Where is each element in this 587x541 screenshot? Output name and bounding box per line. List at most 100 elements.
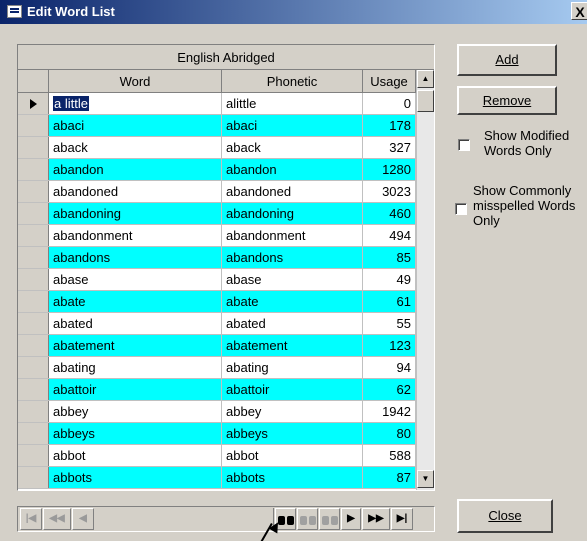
first-record-icon[interactable]: |◀ (20, 508, 42, 530)
usage-cell[interactable]: 85 (363, 247, 416, 268)
scroll-up-arrow-icon[interactable]: ▲ (417, 70, 434, 88)
usage-cell[interactable]: 62 (363, 379, 416, 400)
vertical-scrollbar[interactable]: ▲ ▼ (416, 70, 434, 490)
phonetic-cell[interactable]: abandoning (222, 203, 363, 224)
usage-cell[interactable]: 55 (363, 313, 416, 334)
row-selector[interactable] (18, 379, 49, 400)
usage-cell[interactable]: 3023 (363, 181, 416, 202)
word-cell[interactable]: aback (49, 137, 222, 158)
word-cell[interactable]: abbey (49, 401, 222, 422)
usage-cell[interactable]: 87 (363, 467, 416, 488)
phonetic-cell[interactable]: abandon (222, 159, 363, 180)
table-row[interactable]: abbeys abbeys 80 (18, 423, 416, 445)
word-list-grid[interactable]: English Abridged Word Phonetic Usage ▲ ▼… (17, 44, 435, 491)
table-row[interactable]: abating abating 94 (18, 357, 416, 379)
table-row[interactable]: abandons abandons 85 (18, 247, 416, 269)
scroll-thumb[interactable] (417, 90, 434, 112)
phonetic-cell[interactable]: alittle (222, 93, 363, 114)
show-misspelled-label[interactable]: Show Commonly misspelled Words Only (473, 183, 587, 228)
usage-cell[interactable]: 0 (363, 93, 416, 114)
column-header-word[interactable]: Word (49, 70, 222, 93)
table-row[interactable]: abandoning abandoning 460 (18, 203, 416, 225)
usage-cell[interactable]: 494 (363, 225, 416, 246)
row-selector[interactable] (18, 313, 49, 334)
show-misspelled-checkbox[interactable] (455, 203, 467, 215)
word-cell[interactable]: abaci (49, 115, 222, 136)
table-row[interactable]: a little alittle 0 (18, 93, 416, 115)
phonetic-cell[interactable]: abandons (222, 247, 363, 268)
usage-cell[interactable]: 61 (363, 291, 416, 312)
add-button[interactable]: Add (457, 44, 557, 76)
word-cell[interactable]: abating (49, 357, 222, 378)
show-modified-label[interactable]: Show Modified Words Only (484, 128, 587, 158)
close-window-button[interactable]: X (571, 2, 587, 20)
row-selector[interactable] (18, 357, 49, 378)
row-selector[interactable] (18, 401, 49, 422)
table-row[interactable]: abate abate 61 (18, 291, 416, 313)
row-selector[interactable] (18, 269, 49, 290)
usage-cell[interactable]: 49 (363, 269, 416, 290)
phonetic-cell[interactable]: abase (222, 269, 363, 290)
row-selector[interactable] (18, 445, 49, 466)
phonetic-cell[interactable]: abaci (222, 115, 363, 136)
word-cell[interactable]: abate (49, 291, 222, 312)
phonetic-cell[interactable]: abattoir (222, 379, 363, 400)
row-selector[interactable] (18, 247, 49, 268)
usage-cell[interactable]: 80 (363, 423, 416, 444)
phonetic-cell[interactable]: abatement (222, 335, 363, 356)
usage-cell[interactable]: 1280 (363, 159, 416, 180)
word-cell[interactable]: abandons (49, 247, 222, 268)
word-cell[interactable]: a little (49, 93, 222, 114)
last-record-icon[interactable]: ▶| (391, 508, 413, 530)
row-selector[interactable] (18, 423, 49, 444)
table-row[interactable]: abated abated 55 (18, 313, 416, 335)
usage-cell[interactable]: 327 (363, 137, 416, 158)
table-row[interactable]: abase abase 49 (18, 269, 416, 291)
next-record-icon[interactable]: ▶ (341, 508, 361, 530)
phonetic-cell[interactable]: abbeys (222, 423, 363, 444)
word-cell[interactable]: abandon (49, 159, 222, 180)
table-row[interactable]: abbots abbots 87 (18, 467, 416, 489)
phonetic-cell[interactable]: aback (222, 137, 363, 158)
find-previous-icon[interactable] (297, 508, 318, 530)
word-cell[interactable]: abattoir (49, 379, 222, 400)
previous-record-icon[interactable]: ◀ (72, 508, 94, 530)
table-row[interactable]: abandonment abandonment 494 (18, 225, 416, 247)
close-button[interactable]: Close (457, 499, 553, 533)
word-cell[interactable]: abatement (49, 335, 222, 356)
word-cell[interactable]: abated (49, 313, 222, 334)
phonetic-cell[interactable]: abbey (222, 401, 363, 422)
table-row[interactable]: abandon abandon 1280 (18, 159, 416, 181)
row-selector[interactable] (18, 467, 49, 488)
phonetic-cell[interactable]: abated (222, 313, 363, 334)
phonetic-cell[interactable]: abandonment (222, 225, 363, 246)
usage-cell[interactable]: 460 (363, 203, 416, 224)
word-cell[interactable]: abbot (49, 445, 222, 466)
usage-cell[interactable]: 94 (363, 357, 416, 378)
row-selector[interactable] (18, 181, 49, 202)
phonetic-cell[interactable]: abate (222, 291, 363, 312)
remove-button[interactable]: Remove (457, 86, 557, 115)
row-selector[interactable] (18, 93, 49, 114)
row-selector[interactable] (18, 159, 49, 180)
usage-cell[interactable]: 178 (363, 115, 416, 136)
word-cell[interactable]: abbeys (49, 423, 222, 444)
table-row[interactable]: abattoir abattoir 62 (18, 379, 416, 401)
word-cell[interactable]: abandonment (49, 225, 222, 246)
row-selector[interactable] (18, 225, 49, 246)
row-selector[interactable] (18, 115, 49, 136)
next-page-icon[interactable]: ▶▶ (362, 508, 390, 530)
table-row[interactable]: abatement abatement 123 (18, 335, 416, 357)
usage-cell[interactable]: 588 (363, 445, 416, 466)
title-bar[interactable]: Edit Word List X (0, 0, 587, 24)
row-selector[interactable] (18, 335, 49, 356)
find-next-icon[interactable] (319, 508, 340, 530)
word-cell[interactable]: abbots (49, 467, 222, 488)
scroll-down-arrow-icon[interactable]: ▼ (417, 470, 434, 488)
usage-cell[interactable]: 123 (363, 335, 416, 356)
row-selector[interactable] (18, 203, 49, 224)
row-selector[interactable] (18, 137, 49, 158)
phonetic-cell[interactable]: abandoned (222, 181, 363, 202)
phonetic-cell[interactable]: abbots (222, 467, 363, 488)
previous-page-icon[interactable]: ◀◀ (43, 508, 71, 530)
